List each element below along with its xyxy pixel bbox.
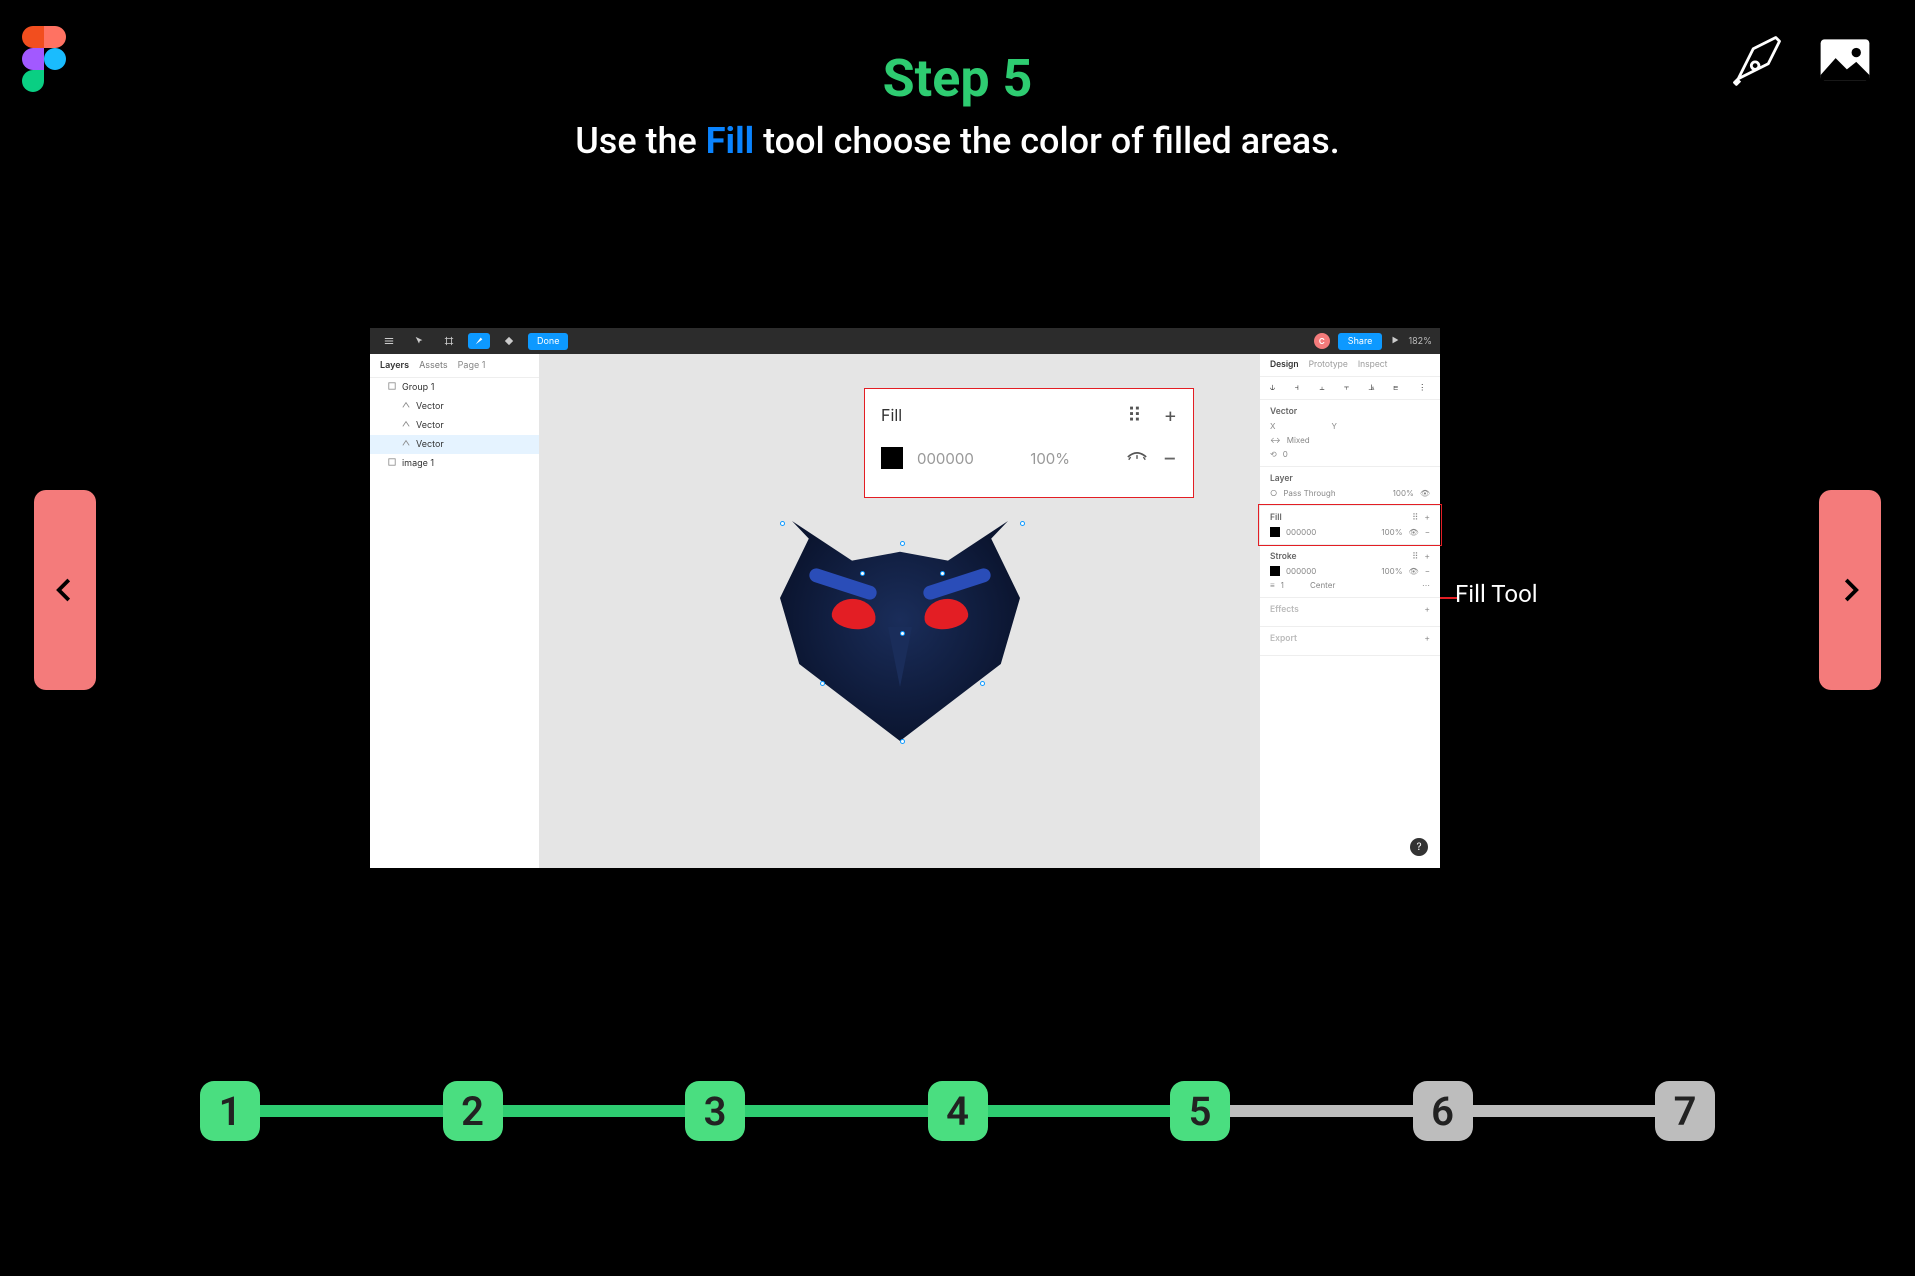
layer-item[interactable]: Group 1 [370, 378, 539, 397]
layers-panel: Layers Assets Page 1 Group 1 Vector Vector… [370, 354, 540, 868]
paint-bucket-icon[interactable] [498, 333, 520, 349]
page-selector[interactable]: Page 1 [458, 360, 486, 371]
stroke-add-icon[interactable]: + [1424, 552, 1430, 562]
stroke-swatch[interactable] [1270, 566, 1280, 576]
fill-callout-hex[interactable]: 000000 [917, 449, 974, 468]
layer-item[interactable]: Vector [370, 435, 539, 454]
share-button[interactable]: Share [1338, 333, 1383, 350]
fill-callout-opacity[interactable]: 100% [1030, 449, 1070, 468]
move-tool-icon[interactable] [408, 333, 430, 349]
layer-item[interactable]: Vector [370, 397, 539, 416]
vector-section-title: Vector [1270, 407, 1430, 417]
fill-section[interactable]: Fill ⠿+ 000000 100% 👁 − [1260, 506, 1440, 545]
effects-add-icon[interactable]: + [1424, 605, 1430, 615]
layers-tab[interactable]: Layers [380, 360, 409, 371]
layer-label: image 1 [402, 458, 434, 469]
export-section[interactable]: Export+ [1260, 627, 1440, 656]
layer-label: Vector [416, 439, 444, 450]
zoom-level[interactable]: 182% [1408, 336, 1432, 347]
present-icon[interactable] [1390, 335, 1400, 348]
layer-type-icon [388, 458, 396, 469]
step-node-3[interactable]: 3 [685, 1081, 745, 1141]
fill-callout-remove-icon[interactable]: − [1162, 445, 1177, 471]
fill-callout-visibility-icon[interactable] [1126, 449, 1148, 468]
fill-callout-add-icon[interactable]: + [1164, 403, 1177, 427]
step-subtitle: Use the Fill tool choose the color of fi… [0, 120, 1915, 162]
stroke-visibility-icon[interactable]: 👁 [1409, 566, 1419, 576]
effects-section[interactable]: Effects+ [1260, 598, 1440, 627]
frame-tool-icon[interactable] [438, 333, 460, 349]
fill-callout-title: Fill [881, 405, 902, 425]
next-button[interactable] [1819, 490, 1881, 690]
design-tab[interactable]: Design [1270, 360, 1299, 370]
blend-mode[interactable]: Pass Through [1283, 488, 1335, 498]
layer-item[interactable]: Vector [370, 416, 539, 435]
design-panel: Design Prototype Inspect ⫝⫞⫠⫟⫡⫢⋮ Vector … [1260, 354, 1440, 868]
fill-tool-label: Fill Tool [1455, 580, 1538, 608]
step-node-5[interactable]: 5 [1170, 1081, 1230, 1141]
layer-label: Group 1 [402, 382, 434, 393]
done-button[interactable]: Done [528, 333, 568, 350]
layer-type-icon [388, 382, 396, 393]
owl-vector-artwork [760, 481, 1040, 741]
fill-callout-swatch[interactable] [881, 447, 903, 469]
stroke-weight[interactable]: 1 [1281, 580, 1284, 590]
layer-label: Vector [416, 401, 444, 412]
subtitle-pre: Use the [575, 120, 706, 162]
inspect-tab[interactable]: Inspect [1358, 360, 1388, 370]
layer-type-icon [402, 439, 410, 450]
step-progress: 1234567 [230, 1076, 1685, 1146]
stroke-styles-icon[interactable]: ⠿ [1412, 552, 1418, 562]
export-add-icon[interactable]: + [1424, 634, 1430, 644]
layer-label: Vector [416, 420, 444, 431]
layer-type-icon [402, 401, 410, 412]
step-node-4[interactable]: 4 [928, 1081, 988, 1141]
step-node-7[interactable]: 7 [1655, 1081, 1715, 1141]
vector-section: Vector XY ↔Mixed ⟲0 [1260, 400, 1440, 467]
stroke-opacity[interactable]: 100% [1381, 566, 1402, 576]
subtitle-highlight: Fill [706, 120, 754, 162]
stroke-remove-icon[interactable]: − [1425, 566, 1430, 576]
stroke-align[interactable]: Center [1310, 580, 1335, 590]
layer-section: Layer ○Pass Through100%👁 [1260, 467, 1440, 506]
user-avatar[interactable]: C [1314, 333, 1330, 349]
step-node-1[interactable]: 1 [200, 1081, 260, 1141]
step-title: Step 5 [0, 48, 1915, 109]
step-node-6[interactable]: 6 [1413, 1081, 1473, 1141]
help-icon[interactable]: ? [1410, 838, 1428, 856]
figma-toolbar: Done C Share 182% [370, 328, 1440, 354]
fill-callout: Fill ⠿ + 000000 100% − [864, 388, 1194, 498]
stroke-more-icon[interactable]: ⋯ [1422, 580, 1430, 590]
layer-section-title: Layer [1270, 474, 1430, 484]
assets-tab[interactable]: Assets [419, 360, 448, 371]
pen-tool-icon[interactable] [468, 333, 490, 349]
subtitle-post: tool choose the color of filled areas. [754, 120, 1340, 162]
stroke-section-title: Stroke [1270, 552, 1297, 562]
hamburger-icon[interactable] [378, 333, 400, 349]
prev-button[interactable] [34, 490, 96, 690]
fill-callout-styles-icon[interactable]: ⠿ [1127, 403, 1142, 427]
stroke-hex[interactable]: 000000 [1286, 566, 1316, 576]
align-controls[interactable]: ⫝⫞⫠⫟⫡⫢⋮ [1260, 377, 1440, 400]
layer-type-icon [402, 420, 410, 431]
layer-item[interactable]: image 1 [370, 454, 539, 473]
prototype-tab[interactable]: Prototype [1309, 360, 1348, 370]
figma-screenshot: Done C Share 182% Layers Assets Page 1 G… [370, 328, 1440, 868]
stroke-section: Stroke ⠿+ 000000 100% 👁 − ≡1 Center ⋯ [1260, 545, 1440, 598]
step-node-2[interactable]: 2 [443, 1081, 503, 1141]
